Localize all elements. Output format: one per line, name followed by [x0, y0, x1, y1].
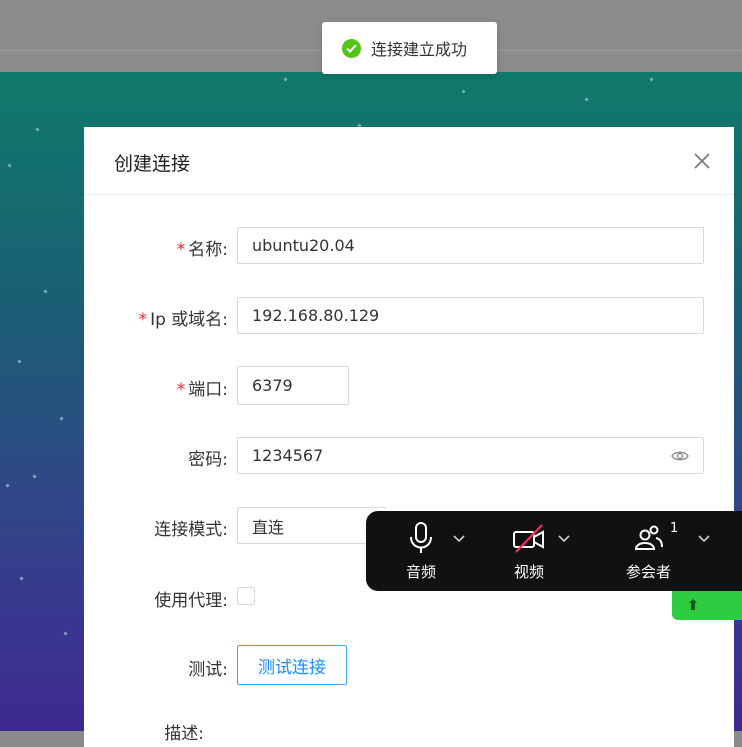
speck	[63, 631, 68, 636]
speck	[461, 89, 466, 94]
port-input[interactable]: 6379	[237, 366, 349, 405]
speck	[5, 483, 10, 488]
eye-icon[interactable]	[671, 448, 689, 467]
arrow-icon	[689, 599, 697, 610]
test-connection-button[interactable]: 测试连接	[237, 645, 347, 685]
audio-button[interactable]: 音频	[406, 521, 436, 582]
speck	[59, 416, 64, 421]
chevron-down-icon[interactable]	[698, 535, 710, 543]
name-label: * 名称:	[177, 235, 228, 260]
dialog-title: 创建连接	[114, 153, 191, 175]
port-label-text: 端口:	[188, 380, 228, 400]
create-connection-dialog: 创建连接 * 名称: ubuntu20.04 * Ip 或域名: 192.168.8…	[84, 127, 734, 747]
password-label: 密码:	[188, 450, 228, 470]
host-value: 192.168.80.129	[252, 306, 380, 325]
green-indicator-bar[interactable]	[672, 591, 742, 620]
speck	[584, 97, 589, 102]
host-label: * Ip 或域名:	[139, 305, 228, 330]
mode-label: 连接模式:	[154, 520, 228, 540]
success-toast: 连接建立成功	[322, 22, 497, 74]
speck	[649, 77, 654, 82]
participants-button[interactable]: 参会者	[626, 521, 671, 582]
required-mark: *	[176, 380, 186, 400]
chevron-down-icon[interactable]	[558, 535, 570, 543]
name-input[interactable]: ubuntu20.04	[237, 227, 704, 264]
audio-label: 音频	[406, 563, 437, 581]
participants-label: 参会者	[626, 563, 672, 581]
proxy-checkbox[interactable]	[237, 587, 255, 605]
meeting-toolbar: 音频 视频 参会者 1	[366, 511, 742, 591]
participants-icon	[634, 525, 663, 550]
proxy-label: 使用代理:	[154, 591, 228, 611]
speck	[19, 576, 24, 581]
toast-message: 连接建立成功	[371, 40, 468, 59]
speck	[32, 474, 37, 479]
mode-select[interactable]: 直连	[237, 507, 387, 544]
check-circle-icon	[342, 38, 361, 58]
video-off-icon	[513, 524, 544, 553]
speck	[283, 77, 288, 82]
desc-label: 描述:	[164, 724, 204, 744]
mode-value: 直连	[252, 517, 285, 537]
name-label-text: 名称:	[188, 240, 228, 260]
video-label: 视频	[513, 563, 544, 581]
dialog-header: 创建连接	[84, 127, 734, 195]
host-input[interactable]: 192.168.80.129	[237, 297, 704, 334]
participant-count: 1	[670, 521, 679, 536]
name-value: ubuntu20.04	[252, 236, 355, 255]
speck	[43, 289, 48, 294]
password-input[interactable]: 1234567	[237, 437, 704, 474]
chevron-down-icon[interactable]	[453, 535, 465, 543]
port-label: * 端口:	[177, 375, 228, 400]
required-mark: *	[138, 310, 148, 330]
password-value: 1234567	[252, 446, 324, 465]
speck	[35, 127, 40, 132]
test-label: 测试:	[188, 660, 228, 680]
close-icon[interactable]	[692, 151, 712, 171]
host-label-text: Ip 或域名:	[150, 310, 228, 330]
video-button[interactable]: 视频	[512, 521, 546, 582]
speck	[7, 163, 12, 168]
required-mark: *	[176, 240, 186, 260]
port-value: 6379	[252, 376, 293, 395]
speck	[17, 359, 22, 364]
microphone-icon	[410, 522, 432, 553]
